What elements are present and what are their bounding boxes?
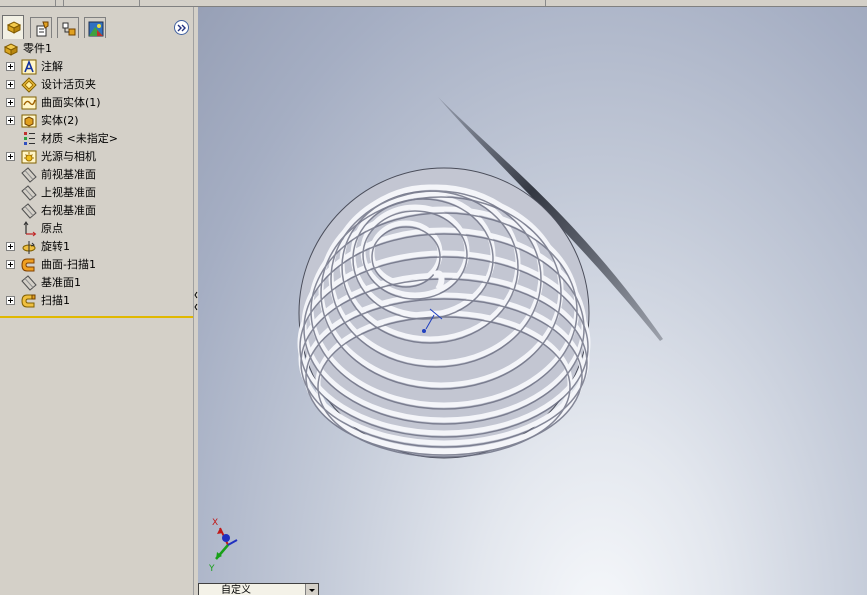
solid-bodies-icon [21, 114, 37, 128]
lights-cameras-icon [21, 150, 37, 164]
graphics-area[interactable]: X Y 自定义 [198, 7, 867, 595]
expand-toggle[interactable] [6, 260, 15, 269]
revolve-icon [22, 241, 36, 254]
tree-item-label: 曲面实体(1) [41, 96, 101, 109]
feature-tree: 零件1 注解 设计活页夹 曲面实体(1) 实体(2) 材质 <未指定> 光源与相… [0, 40, 193, 312]
plane-icon [21, 185, 37, 201]
plane-icon [21, 167, 37, 183]
tree-item-revolve[interactable]: 旋转1 [0, 238, 193, 256]
tree-item-label: 右视基准面 [41, 204, 96, 217]
top-toolbar-strip [0, 0, 867, 7]
double-chevron-right-icon [177, 24, 186, 32]
tree-item-plane1[interactable]: 基准面1 [0, 274, 193, 292]
tree-item-label: 上视基准面 [41, 186, 96, 199]
tab-configuration-manager[interactable] [57, 17, 79, 38]
reference-triad: X Y [206, 512, 246, 574]
tree-item-label: 注解 [41, 60, 63, 73]
tab-property-manager[interactable] [30, 17, 52, 38]
tree-item-origin[interactable]: 原点 [0, 220, 193, 238]
tree-item-surface-bodies[interactable]: 曲面实体(1) [0, 94, 193, 112]
view-orientation-dropdown[interactable]: 自定义 [198, 583, 319, 595]
tree-item-label: 实体(2) [41, 114, 79, 127]
configuration-manager-icon [62, 22, 76, 36]
tree-item-lights-cameras[interactable]: 光源与相机 [0, 148, 193, 166]
plane-icon [21, 275, 37, 291]
chevron-down-icon[interactable] [305, 584, 318, 595]
tree-item-label: 旋转1 [41, 240, 70, 253]
sweep-icon [21, 294, 36, 308]
coil-spring-model[interactable] [297, 167, 591, 459]
triad-y-label: Y [208, 564, 215, 572]
part-icon [3, 43, 19, 56]
expand-toggle[interactable] [6, 296, 15, 305]
plane-icon [21, 203, 37, 219]
tree-item-front-plane[interactable]: 前视基准面 [0, 166, 193, 184]
tree-item-surface-sweep[interactable]: 曲面-扫描1 [0, 256, 193, 274]
surface-bodies-icon [21, 96, 37, 110]
tree-item-annotations[interactable]: 注解 [0, 58, 193, 76]
tree-item-design-binder[interactable]: 设计活页夹 [0, 76, 193, 94]
expand-toggle[interactable] [6, 152, 15, 161]
annotations-icon [21, 59, 37, 75]
manager-tabs [0, 7, 193, 40]
expand-toggle[interactable] [6, 98, 15, 107]
origin-icon [23, 221, 37, 237]
expand-toggle[interactable] [6, 116, 15, 125]
expand-toggle[interactable] [6, 242, 15, 251]
display-manager-icon [88, 21, 104, 37]
feature-tree-icon [6, 21, 22, 34]
tree-root-label: 零件1 [23, 42, 52, 55]
tree-item-label: 材质 <未指定> [41, 132, 118, 145]
triad-x-label: X [212, 518, 218, 528]
view-orientation-value: 自定义 [221, 585, 251, 595]
tree-item-right-plane[interactable]: 右视基准面 [0, 202, 193, 220]
model-view [297, 97, 663, 459]
feature-manager-panel: 零件1 注解 设计活页夹 曲面实体(1) 实体(2) 材质 <未指定> 光源与相… [0, 7, 194, 595]
tree-item-label: 曲面-扫描1 [41, 258, 96, 271]
surface-sweep-icon [21, 258, 35, 272]
tree-item-label: 扫描1 [41, 294, 70, 307]
tree-item-label: 光源与相机 [41, 150, 96, 163]
expand-toggle[interactable] [6, 62, 15, 71]
tree-item-sweep[interactable]: 扫描1 [0, 292, 193, 310]
tab-feature-tree[interactable] [2, 15, 24, 39]
property-manager-icon [36, 21, 49, 37]
design-binder-icon [21, 77, 37, 93]
tree-root-part[interactable]: 零件1 [0, 40, 193, 58]
rollback-bar[interactable] [0, 316, 193, 318]
expand-toggle[interactable] [6, 80, 15, 89]
tree-item-material[interactable]: 材质 <未指定> [0, 130, 193, 148]
tree-item-top-plane[interactable]: 上视基准面 [0, 184, 193, 202]
expand-panel-button[interactable] [174, 20, 189, 35]
tree-item-label: 设计活页夹 [41, 78, 96, 91]
material-icon [24, 132, 35, 145]
tree-item-label: 基准面1 [41, 276, 81, 289]
tree-item-solid-bodies[interactable]: 实体(2) [0, 112, 193, 130]
tree-item-label: 原点 [41, 222, 63, 235]
tab-display-manager[interactable] [84, 17, 106, 38]
tree-item-label: 前视基准面 [41, 168, 96, 181]
